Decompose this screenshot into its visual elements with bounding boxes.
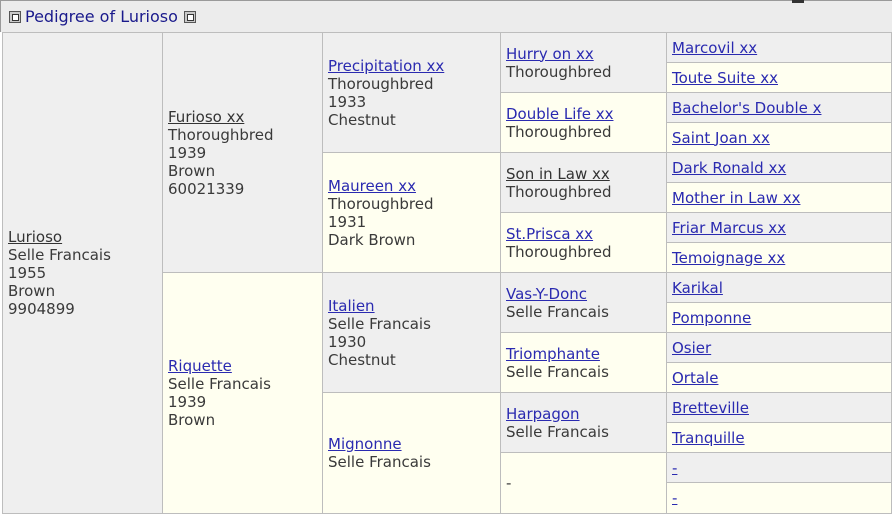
- subject-color: Brown: [8, 282, 56, 300]
- expand-icon[interactable]: [183, 10, 196, 23]
- g4-cell: Dark Ronald xx: [666, 152, 892, 183]
- g4-cell: Pomponne: [666, 302, 892, 333]
- g4-cell: Ortale: [666, 362, 892, 393]
- ancestor-link[interactable]: Bachelor's Double x: [672, 99, 821, 117]
- ancestor-breed: Thoroughbred: [506, 182, 612, 201]
- ancestor-link[interactable]: Karikal: [672, 279, 723, 297]
- ancestor-link[interactable]: Harpagon: [506, 405, 580, 423]
- g3-cell: Son in Law xx Thoroughbred: [500, 152, 667, 213]
- g2-cell: Mignonne Selle Francais: [322, 392, 501, 514]
- g3-cell: Harpagon Selle Francais: [500, 392, 667, 453]
- g4-cell: Bretteville: [666, 392, 892, 423]
- ancestor-breed: Selle Francais: [328, 314, 431, 333]
- ancestor-link[interactable]: Ortale: [672, 369, 718, 387]
- ancestor-year: 1930: [328, 332, 367, 351]
- ancestor-year: 1931: [328, 212, 367, 231]
- sire-id: 60021339: [168, 179, 245, 198]
- ancestor-link[interactable]: Temoignage xx: [672, 249, 785, 267]
- g3-cell: Double Life xx Thoroughbred: [500, 92, 667, 153]
- g4-cell: Mother in Law xx: [666, 182, 892, 213]
- g3-cell: Triomphante Selle Francais: [500, 332, 667, 393]
- ancestor-link[interactable]: Vas-Y-Donc: [506, 285, 587, 303]
- ancestor-name[interactable]: Son in Law xx: [506, 165, 610, 183]
- subject-year: 1955: [8, 264, 47, 282]
- ancestor-link[interactable]: Hurry on xx: [506, 45, 594, 63]
- g4-cell: Temoignage xx: [666, 242, 892, 273]
- ancestor-breed: Selle Francais: [506, 422, 609, 441]
- ancestor-link[interactable]: Mignonne: [328, 435, 402, 453]
- page-title: Pedigree of Lurioso: [25, 7, 178, 26]
- sire-year: 1939: [168, 143, 207, 162]
- ancestor-link[interactable]: Osier: [672, 339, 711, 357]
- ancestor-link[interactable]: Double Life xx: [506, 105, 613, 123]
- ancestor-breed: Selle Francais: [506, 302, 609, 321]
- ancestor-link[interactable]: -: [672, 459, 677, 477]
- g3-cell: Vas-Y-Donc Selle Francais: [500, 272, 667, 333]
- subject-id: 9904899: [8, 300, 75, 318]
- ancestor-link[interactable]: Precipitation xx: [328, 57, 444, 75]
- pedigree-header: Pedigree of Lurioso: [0, 0, 892, 32]
- ancestor-year: 1933: [328, 92, 367, 111]
- ancestor-color: Chestnut: [328, 350, 396, 369]
- g4-cell: -: [666, 482, 892, 514]
- ancestor-link[interactable]: Marcovil xx: [672, 39, 757, 57]
- g4-cell: Osier: [666, 332, 892, 363]
- scrollbar-mark: [792, 0, 804, 3]
- ancestor-color: Dark Brown: [328, 230, 416, 249]
- subject-name[interactable]: Lurioso: [8, 228, 62, 246]
- sire-cell: Furioso xx Thoroughbred 1939 Brown 60021…: [162, 32, 323, 273]
- pedigree-table: Lurioso Selle Francais 1955 Brown 990489…: [2, 32, 892, 514]
- ancestor-link[interactable]: Saint Joan xx: [672, 129, 770, 147]
- sire-breed: Thoroughbred: [168, 125, 274, 144]
- dam-cell: Riquette Selle Francais 1939 Brown: [162, 272, 323, 514]
- g3-cell: -: [500, 452, 667, 514]
- dam-color: Brown: [168, 411, 216, 429]
- ancestor-link[interactable]: Tranquille: [672, 429, 745, 447]
- ancestor-link[interactable]: St.Prisca xx: [506, 225, 593, 243]
- ancestor-link[interactable]: Pomponne: [672, 309, 751, 327]
- ancestor-link[interactable]: Italien: [328, 297, 375, 315]
- ancestor-link[interactable]: Dark Ronald xx: [672, 159, 786, 177]
- g2-cell: Italien Selle Francais 1930 Chestnut: [322, 272, 501, 393]
- subject-breed: Selle Francais: [8, 246, 111, 264]
- ancestor-link[interactable]: Mother in Law xx: [672, 189, 800, 207]
- ancestor-link[interactable]: Maureen xx: [328, 177, 416, 195]
- expand-icon[interactable]: [9, 10, 21, 23]
- ancestor-color: Chestnut: [328, 110, 396, 129]
- g4-cell: Toute Suite xx: [666, 62, 892, 93]
- ancestor-link[interactable]: Triomphante: [506, 345, 600, 363]
- ancestor-empty: -: [506, 474, 512, 492]
- subject-cell: Lurioso Selle Francais 1955 Brown 990489…: [2, 32, 163, 514]
- dam-year: 1939: [168, 393, 207, 411]
- ancestor-breed: Thoroughbred: [328, 194, 434, 213]
- g4-cell: Bachelor's Double x: [666, 92, 892, 123]
- ancestor-link[interactable]: Bretteville: [672, 399, 749, 417]
- ancestor-link[interactable]: Toute Suite xx: [672, 69, 778, 87]
- g4-cell: Tranquille: [666, 422, 892, 453]
- ancestor-breed: Selle Francais: [328, 453, 431, 471]
- g3-cell: St.Prisca xx Thoroughbred: [500, 212, 667, 273]
- sire-name[interactable]: Furioso xx: [168, 108, 244, 126]
- ancestor-link[interactable]: -: [672, 489, 677, 507]
- dam-name[interactable]: Riquette: [168, 357, 232, 375]
- g2-cell: Precipitation xx Thoroughbred 1933 Chest…: [322, 32, 501, 153]
- g4-cell: Friar Marcus xx: [666, 212, 892, 243]
- ancestor-breed: Thoroughbred: [506, 62, 612, 81]
- g4-cell: Marcovil xx: [666, 32, 892, 63]
- ancestor-link[interactable]: Friar Marcus xx: [672, 219, 786, 237]
- ancestor-breed: Thoroughbred: [506, 122, 612, 141]
- ancestor-breed: Selle Francais: [506, 362, 609, 381]
- g4-cell: Saint Joan xx: [666, 122, 892, 153]
- g4-cell: Karikal: [666, 272, 892, 303]
- g2-cell: Maureen xx Thoroughbred 1931 Dark Brown: [322, 152, 501, 273]
- sire-color: Brown: [168, 161, 216, 180]
- g4-cell: -: [666, 452, 892, 483]
- dam-breed: Selle Francais: [168, 375, 271, 393]
- ancestor-breed: Thoroughbred: [506, 242, 612, 261]
- ancestor-breed: Thoroughbred: [328, 74, 434, 93]
- g3-cell: Hurry on xx Thoroughbred: [500, 32, 667, 93]
